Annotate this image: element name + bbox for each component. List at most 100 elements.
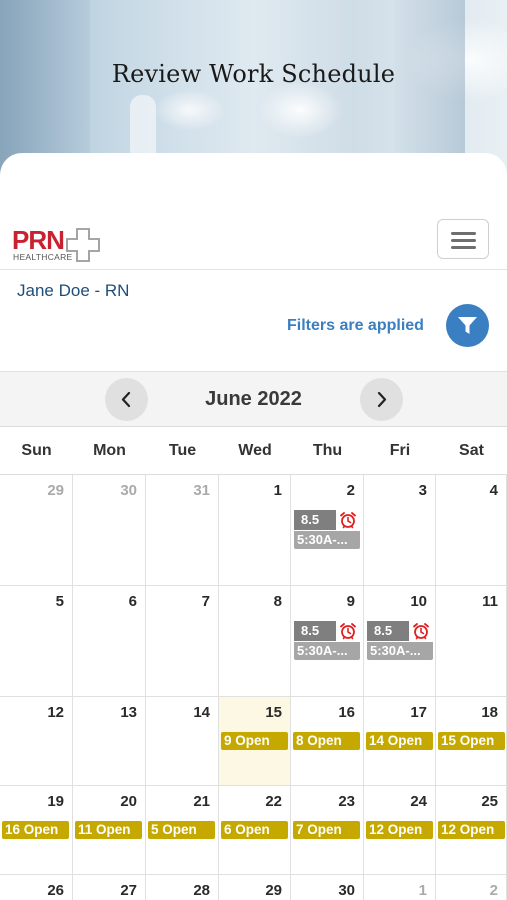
day-number: 21 (193, 793, 210, 810)
month-title: June 2022 (205, 388, 302, 410)
shift-hours: 8.5 (294, 510, 336, 530)
day-number: 6 (128, 593, 137, 610)
shift-time: 5:30A-... (367, 642, 433, 660)
day-number: 28 (193, 882, 210, 899)
open-shifts-badge[interactable]: 6 Open (221, 821, 288, 839)
filter-funnel-icon (458, 317, 477, 334)
calendar-day-cell[interactable]: 3 (364, 475, 436, 586)
calendar-day-cell[interactable]: 25 12 Open (436, 786, 507, 875)
weekday-label-sat: Sat (459, 442, 484, 459)
calendar-day-cell[interactable]: 21 5 Open (146, 786, 219, 875)
user-name: Jane Doe - RN (17, 281, 130, 300)
open-shifts-badge[interactable]: 14 Open (366, 732, 433, 750)
hamburger-menu-icon (451, 232, 476, 235)
day-number: 9 (346, 593, 355, 610)
day-number: 16 (338, 704, 355, 721)
day-number: 31 (193, 482, 210, 499)
calendar-day-cell[interactable]: 27 (73, 875, 146, 900)
day-number: 13 (120, 704, 137, 721)
open-shifts-badge[interactable]: 11 Open (75, 821, 142, 839)
day-number: 12 (47, 704, 64, 721)
day-number: 23 (338, 793, 355, 810)
day-number: 14 (193, 704, 210, 721)
calendar-day-cell[interactable]: 6 (73, 586, 146, 697)
calendar-day-cell[interactable]: 18 15 Open (436, 697, 507, 786)
calendar-day-cell[interactable]: 1 (364, 875, 436, 900)
calendar-day-cell[interactable]: 17 14 Open (364, 697, 436, 786)
day-number: 17 (410, 704, 427, 721)
calendar-day-cell[interactable]: 5 (0, 586, 73, 697)
calendar-day-cell[interactable]: 30 (73, 475, 146, 586)
open-shifts-badge[interactable]: 12 Open (438, 821, 505, 839)
day-number: 30 (338, 882, 355, 899)
shift-time: 5:30A-... (294, 642, 360, 660)
calendar-day-cell[interactable]: 24 12 Open (364, 786, 436, 875)
hamburger-menu-icon-bar (451, 239, 476, 242)
day-number: 26 (47, 882, 64, 899)
calendar-day-cell[interactable]: 2 (436, 875, 507, 900)
shift-time: 5:30A-... (294, 531, 360, 549)
calendar-day-cell[interactable]: 4 (436, 475, 507, 586)
day-number: 29 (265, 882, 282, 899)
open-shifts-badge[interactable]: 16 Open (2, 821, 69, 839)
open-shifts-badge[interactable]: 8 Open (293, 732, 360, 750)
calendar-day-cell[interactable]: 28 (146, 875, 219, 900)
weekday-label-fri: Fri (389, 442, 411, 459)
day-number: 10 (410, 593, 427, 610)
calendar-day-cell[interactable]: 23 7 Open (291, 786, 364, 875)
day-number: 24 (410, 793, 427, 810)
day-number: 2 (346, 482, 355, 499)
scheduled-shift[interactable]: 8.5 5:30A-... (367, 621, 433, 661)
day-number: 4 (489, 482, 498, 499)
day-number: 11 (482, 593, 498, 610)
hamburger-menu-icon-bar (451, 246, 476, 249)
calendar-day-cell[interactable]: 8 (219, 586, 291, 697)
calendar-day-cell[interactable]: 9 8.5 5:30A-... (291, 586, 364, 697)
calendar-day-cell[interactable]: 7 (146, 586, 219, 697)
calendar-day-cell[interactable]: 31 (146, 475, 219, 586)
day-number: 27 (120, 882, 137, 899)
day-number: 29 (47, 482, 64, 499)
filter-button[interactable] (446, 304, 489, 347)
calendar-day-cell[interactable]: 10 8.5 5:30A-... (364, 586, 436, 697)
calendar-day-cell[interactable]: 30 (291, 875, 364, 900)
app-header: PRN HEALTHCARE (0, 212, 507, 270)
weekday-label-thu: Thu (312, 442, 343, 459)
open-shifts-badge[interactable]: 5 Open (148, 821, 215, 839)
calendar-day-cell[interactable]: 2 8.5 5:30A-... (291, 475, 364, 586)
day-number: 30 (120, 482, 137, 499)
day-number: 25 (481, 793, 498, 810)
calendar-day-cell[interactable]: 15 9 Open (219, 697, 291, 786)
weekday-label-mon: Mon (93, 442, 126, 459)
filters-applied-label[interactable]: Filters are applied (287, 317, 424, 335)
calendar-day-cell[interactable]: 14 (146, 697, 219, 786)
day-number: 20 (120, 793, 137, 810)
calendar-day-cell[interactable]: 12 (0, 697, 73, 786)
scheduled-shift[interactable]: 8.5 5:30A-... (294, 510, 360, 550)
open-shifts-badge[interactable]: 7 Open (293, 821, 360, 839)
open-shifts-badge[interactable]: 9 Open (221, 732, 288, 750)
calendar-day-cell[interactable]: 29 (0, 475, 73, 586)
day-number: 15 (265, 704, 282, 721)
day-number: 1 (273, 482, 282, 499)
calendar-day-cell[interactable]: 19 16 Open (0, 786, 73, 875)
calendar-day-cell[interactable]: 11 (436, 586, 507, 697)
alarm-clock-icon (339, 511, 357, 529)
month-navigation-bar: June 2022 (0, 371, 507, 427)
calendar-day-cell[interactable]: 16 8 Open (291, 697, 364, 786)
open-shifts-badge[interactable]: 12 Open (366, 821, 433, 839)
calendar-day-cell[interactable]: 22 6 Open (219, 786, 291, 875)
calendar-day-cell[interactable]: 29 (219, 875, 291, 900)
open-shifts-badge[interactable]: 15 Open (438, 732, 505, 750)
scheduled-shift[interactable]: 8.5 5:30A-... (294, 621, 360, 661)
prn-healthcare-logo[interactable]: PRN HEALTHCARE (12, 226, 102, 262)
hamburger-menu-button[interactable] (437, 219, 489, 259)
calendar-day-cell[interactable]: 1 (219, 475, 291, 586)
next-month-button[interactable] (360, 378, 403, 421)
calendar-day-cell[interactable]: 26 (0, 875, 73, 900)
calendar-day-cell[interactable]: 13 (73, 697, 146, 786)
logo-text: PRN (12, 225, 65, 255)
calendar-day-cell[interactable]: 20 11 Open (73, 786, 146, 875)
day-number: 18 (481, 704, 498, 721)
day-number: 5 (55, 593, 64, 610)
